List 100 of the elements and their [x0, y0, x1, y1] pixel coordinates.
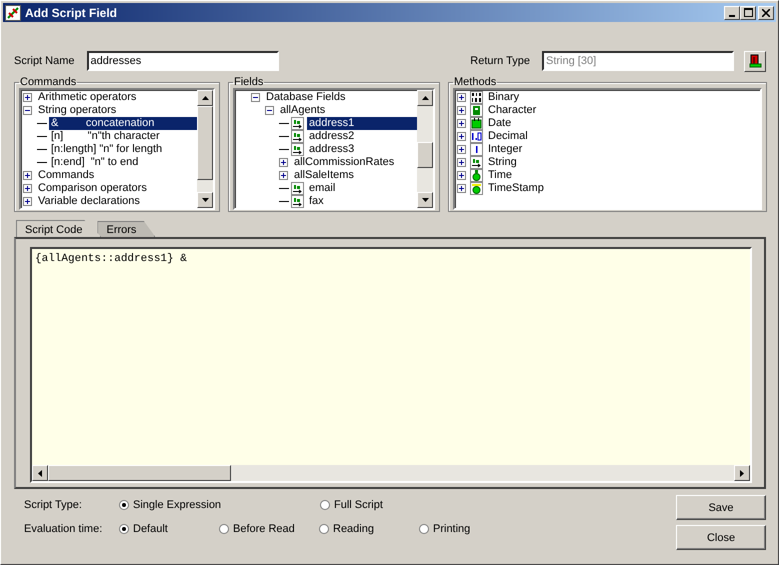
tree-item[interactable]: TimeStamp — [486, 182, 546, 195]
tree-item[interactable]: Binary — [486, 91, 522, 104]
radio-button[interactable] — [119, 524, 129, 534]
calendar-icon — [470, 117, 483, 130]
type-picker-button[interactable] — [744, 50, 766, 72]
expand-icon[interactable] — [279, 158, 288, 167]
book-icon — [748, 54, 762, 68]
scroll-thumb[interactable] — [417, 142, 433, 168]
tree-item[interactable]: address2 — [307, 130, 356, 143]
decimal-icon — [470, 130, 483, 143]
scroll-thumb[interactable] — [197, 106, 213, 180]
radio-button[interactable] — [119, 500, 129, 510]
expand-icon[interactable] — [23, 171, 32, 180]
tree-item[interactable]: Variable declarations — [36, 195, 142, 208]
tree-item[interactable]: allAgents — [278, 104, 328, 117]
field-label: Script Name — [14, 55, 75, 67]
tree-item[interactable]: Integer — [486, 143, 524, 156]
tree-item[interactable]: Character — [486, 104, 538, 117]
tab[interactable]: Script Code — [16, 220, 102, 237]
group-label: Fields — [233, 76, 264, 88]
radio-label[interactable]: Full Script — [334, 499, 383, 511]
tree-item[interactable]: allSaleItems — [292, 169, 356, 182]
option-label: Evaluation time: — [24, 523, 104, 535]
tree-item[interactable]: Commands — [36, 169, 96, 182]
expand-icon[interactable] — [23, 197, 32, 206]
binary-icon — [470, 91, 483, 104]
scroll-up-icon[interactable] — [197, 90, 213, 106]
character-icon — [470, 104, 483, 117]
expand-icon[interactable] — [279, 171, 288, 180]
scroll-down-icon[interactable] — [197, 192, 213, 208]
horizontal-scrollbar[interactable] — [32, 465, 750, 481]
dialog-button[interactable]: Save — [676, 495, 766, 520]
collapse-icon[interactable] — [23, 106, 32, 115]
tree-item[interactable]: [n:end] "n" to end — [49, 156, 140, 169]
collapse-icon[interactable] — [251, 93, 260, 102]
expand-icon[interactable] — [23, 93, 32, 102]
vertical-scrollbar[interactable] — [197, 90, 213, 208]
code-editor[interactable]: {allAgents::address1} & — [30, 247, 752, 483]
option-label: Script Type: — [24, 499, 83, 511]
scroll-right-icon[interactable] — [734, 465, 750, 481]
minimize-icon — [729, 15, 735, 17]
radio-button[interactable] — [319, 524, 329, 534]
text-field-icon — [291, 143, 304, 156]
script-name-field[interactable]: addresses — [86, 51, 279, 71]
tree-item[interactable]: Date — [486, 117, 514, 130]
radio-button[interactable] — [419, 524, 429, 534]
tree-item[interactable]: allCommissionRates — [292, 156, 396, 169]
tree-item[interactable]: address1 — [307, 117, 417, 130]
expand-icon[interactable] — [457, 184, 466, 193]
tab[interactable]: Errors — [97, 221, 156, 237]
expand-icon[interactable] — [457, 93, 466, 102]
scroll-thumb[interactable] — [48, 465, 231, 481]
expand-icon[interactable] — [457, 119, 466, 128]
close-icon — [762, 8, 770, 16]
tree-item[interactable]: Arithmetic operators — [36, 91, 138, 104]
dialog-button[interactable]: Close — [676, 525, 766, 550]
tree-item[interactable]: [n:length] "n" for length — [49, 143, 164, 156]
text-field-icon — [470, 156, 483, 169]
tree-item[interactable]: Time — [486, 169, 514, 182]
maximize-button[interactable] — [740, 6, 756, 20]
tree-item[interactable]: email — [307, 182, 338, 195]
radio-label[interactable]: Single Expression — [133, 499, 222, 511]
expand-icon[interactable] — [457, 145, 466, 154]
expand-icon[interactable] — [457, 158, 466, 167]
expand-icon[interactable] — [457, 132, 466, 141]
tree-item[interactable]: Comparison operators — [36, 182, 149, 195]
expand-icon[interactable] — [457, 106, 466, 115]
tree-item[interactable]: [n] "n"th character — [49, 130, 162, 143]
tree-item[interactable]: & concatenation — [49, 117, 197, 130]
app-icon — [5, 4, 21, 20]
vertical-scrollbar[interactable] — [417, 90, 433, 208]
text-field-icon — [291, 117, 304, 130]
expand-icon[interactable] — [23, 184, 32, 193]
clock-icon — [470, 169, 483, 182]
field-label: Return Type — [470, 55, 530, 67]
scroll-left-icon[interactable] — [32, 465, 48, 481]
tree-item[interactable]: String operators — [36, 104, 118, 117]
radio-label[interactable]: Printing — [433, 523, 470, 535]
tree-item[interactable]: address3 — [307, 143, 356, 156]
tree-item[interactable]: String — [486, 156, 519, 169]
group-label: Commands — [19, 76, 78, 88]
minimize-button[interactable] — [724, 6, 740, 20]
radio-label[interactable]: Reading — [333, 523, 374, 535]
tree-item[interactable]: Database Fields — [264, 91, 348, 104]
collapse-icon[interactable] — [265, 106, 274, 115]
close-button[interactable] — [758, 6, 774, 20]
radio-button[interactable] — [320, 500, 330, 510]
radio-label[interactable]: Default — [133, 523, 168, 535]
code-text: {allAgents::address1} & — [34, 252, 188, 267]
radio-label[interactable]: Before Read — [233, 523, 295, 535]
window-title: Add Script Field — [25, 6, 118, 20]
expand-icon[interactable] — [457, 171, 466, 180]
tree-item[interactable]: Decimal — [486, 130, 530, 143]
maximize-icon — [744, 8, 752, 17]
scroll-up-icon[interactable] — [417, 90, 433, 106]
group-label: Methods — [453, 76, 498, 88]
clock-icon — [470, 182, 483, 195]
radio-button[interactable] — [219, 524, 229, 534]
scroll-down-icon[interactable] — [417, 192, 433, 208]
tree-item[interactable]: fax — [307, 195, 326, 208]
